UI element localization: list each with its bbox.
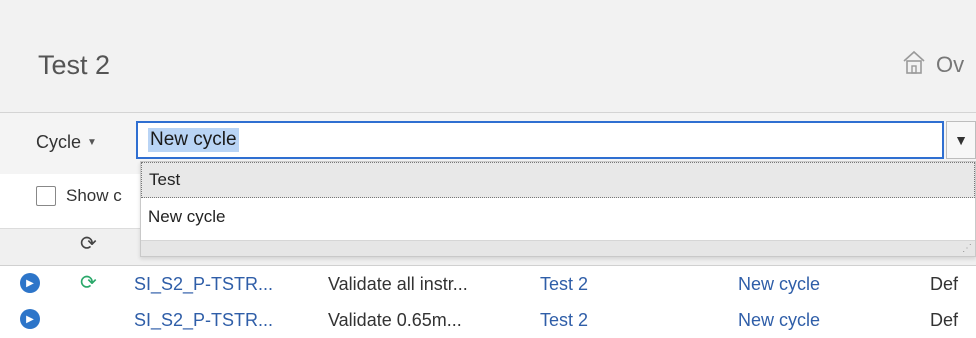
overview-link[interactable]: Ov [900,50,964,80]
table-row[interactable]: ▶ SI_S2_P-TSTR... Validate 0.65m... Test… [0,302,976,338]
row-extra: Def [930,274,959,294]
dropdown-option[interactable]: Test [141,162,975,198]
row-name: Validate 0.65m... [328,310,462,330]
chevron-down-icon: ▼ [954,132,968,148]
show-checkbox-row[interactable]: Show c [36,186,122,206]
dropdown-option[interactable]: New cycle [141,198,975,236]
cycle-dropdown-list: Test New cycle ⋰ [140,161,976,257]
row-test[interactable]: Test 2 [540,310,588,331]
row-extra: Def [930,310,959,330]
page-title: Test 2 [38,50,111,80]
play-icon[interactable]: ▶ [20,309,40,329]
row-id[interactable]: SI_S2_P-TSTR... [134,274,273,295]
row-cycle[interactable]: New cycle [738,274,820,295]
dropdown-footer [141,240,975,256]
row-test[interactable]: Test 2 [540,274,588,295]
combo-dropdown-button[interactable]: ▼ [946,121,976,159]
row-cycle[interactable]: New cycle [738,310,820,331]
sync-icon: ⟳ [80,233,97,255]
resize-grip-icon[interactable]: ⋰ [962,243,972,254]
show-checkbox-label: Show c [66,186,122,205]
cycle-menu-button[interactable]: Cycle ▼ [36,132,97,153]
cycle-input-value: New cycle [148,128,239,152]
row-id[interactable]: SI_S2_P-TSTR... [134,310,273,331]
sync-icon: ⟳ [80,272,97,294]
table-row[interactable]: ▶ ⟳ SI_S2_P-TSTR... Validate all instr..… [0,266,976,302]
overview-link-label: Ov [936,52,965,77]
row-name: Validate all instr... [328,274,468,294]
home-icon [900,48,928,82]
show-checkbox[interactable] [36,186,56,206]
cycle-menu-label: Cycle [36,132,82,152]
caret-down-icon: ▼ [87,137,97,148]
play-icon[interactable]: ▶ [20,273,40,293]
page-header: Test 2 Ov [0,0,976,112]
cycle-combo-input[interactable]: New cycle [136,121,944,159]
